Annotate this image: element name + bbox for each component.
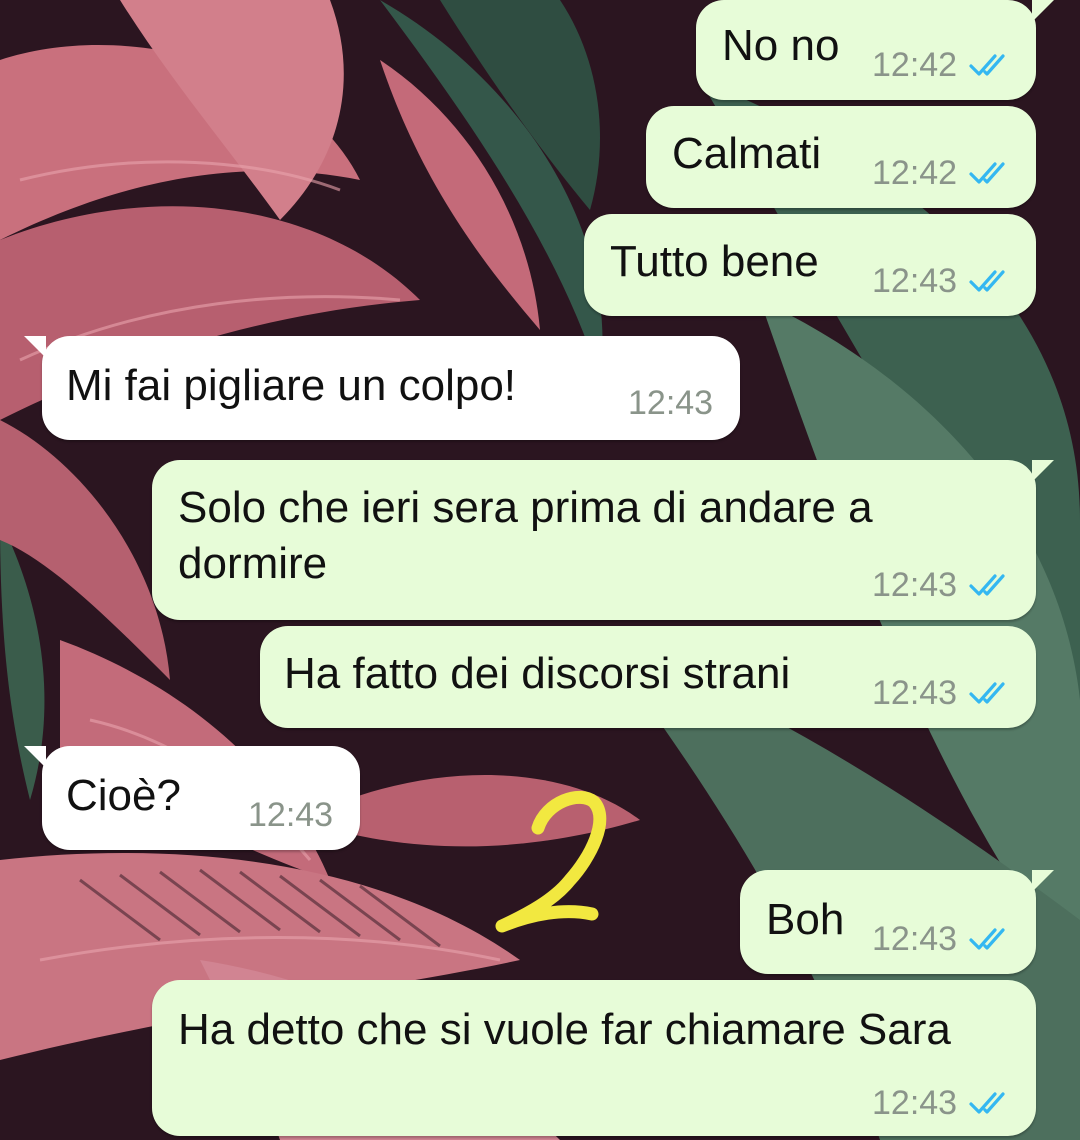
message-bubble-outgoing[interactable]: Solo che ieri sera prima di andare a dor… xyxy=(152,460,1054,620)
read-ticks-icon xyxy=(969,1092,1005,1114)
message-time: 12:43 xyxy=(872,1084,958,1122)
message-meta: 12:43 xyxy=(872,922,1013,956)
message-meta: 12:42 xyxy=(872,156,1013,190)
message-bubble-outgoing[interactable]: Ha fatto dei discorsi strani 12:43 xyxy=(260,626,1036,728)
message-meta: 12:43 xyxy=(628,386,713,420)
message-time: 12:43 xyxy=(872,920,958,958)
message-text: Ha detto che si vuole far chiamare Sara xyxy=(178,1005,951,1054)
message-meta: 12:43 xyxy=(248,798,333,832)
message-time: 12:43 xyxy=(872,566,958,604)
message-time: 12:42 xyxy=(872,154,958,192)
message-meta: 12:43 xyxy=(872,1086,1013,1120)
message-text-line-2: dormire xyxy=(178,539,328,588)
message-text-line-1: Solo che ieri sera prima di andare a xyxy=(178,483,873,532)
message-meta: 12:43 xyxy=(872,264,1013,298)
message-text: Tutto bene xyxy=(610,237,819,286)
message-bubble-outgoing[interactable]: No no 12:42 xyxy=(696,0,1054,100)
read-ticks-icon xyxy=(969,54,1005,76)
message-time: 12:43 xyxy=(628,384,714,422)
message-time: 12:43 xyxy=(872,674,958,712)
message-time: 12:43 xyxy=(872,262,958,300)
message-bubble-outgoing[interactable]: Tutto bene 12:43 xyxy=(584,214,1036,316)
message-bubble-incoming[interactable]: Cioè? 12:43 xyxy=(24,746,360,850)
read-ticks-icon xyxy=(969,162,1005,184)
message-bubble-incoming[interactable]: Mi fai pigliare un colpo! 12:43 xyxy=(24,336,740,440)
message-meta: 12:43 xyxy=(872,568,1013,602)
handwritten-number-2 xyxy=(495,790,607,933)
read-ticks-icon xyxy=(969,682,1005,704)
read-ticks-icon xyxy=(969,928,1005,950)
message-time: 12:42 xyxy=(872,46,958,84)
read-ticks-icon xyxy=(969,270,1005,292)
message-text: Mi fai pigliare un colpo! xyxy=(66,361,517,410)
read-ticks-icon xyxy=(969,574,1005,596)
message-text: Cioè? xyxy=(66,771,181,820)
message-meta: 12:43 xyxy=(872,676,1013,710)
message-text: Ha fatto dei discorsi strani xyxy=(284,649,791,698)
message-text: No no xyxy=(722,21,840,70)
message-text: Boh xyxy=(766,895,845,944)
message-text: Calmati xyxy=(672,129,822,178)
message-bubble-outgoing[interactable]: Boh 12:43 xyxy=(740,870,1054,974)
message-meta: 12:42 xyxy=(872,48,1013,82)
message-bubble-outgoing[interactable]: Ha detto che si vuole far chiamare Sara … xyxy=(152,980,1036,1136)
message-bubble-outgoing[interactable]: Calmati 12:42 xyxy=(646,106,1036,208)
message-time: 12:43 xyxy=(248,796,334,834)
